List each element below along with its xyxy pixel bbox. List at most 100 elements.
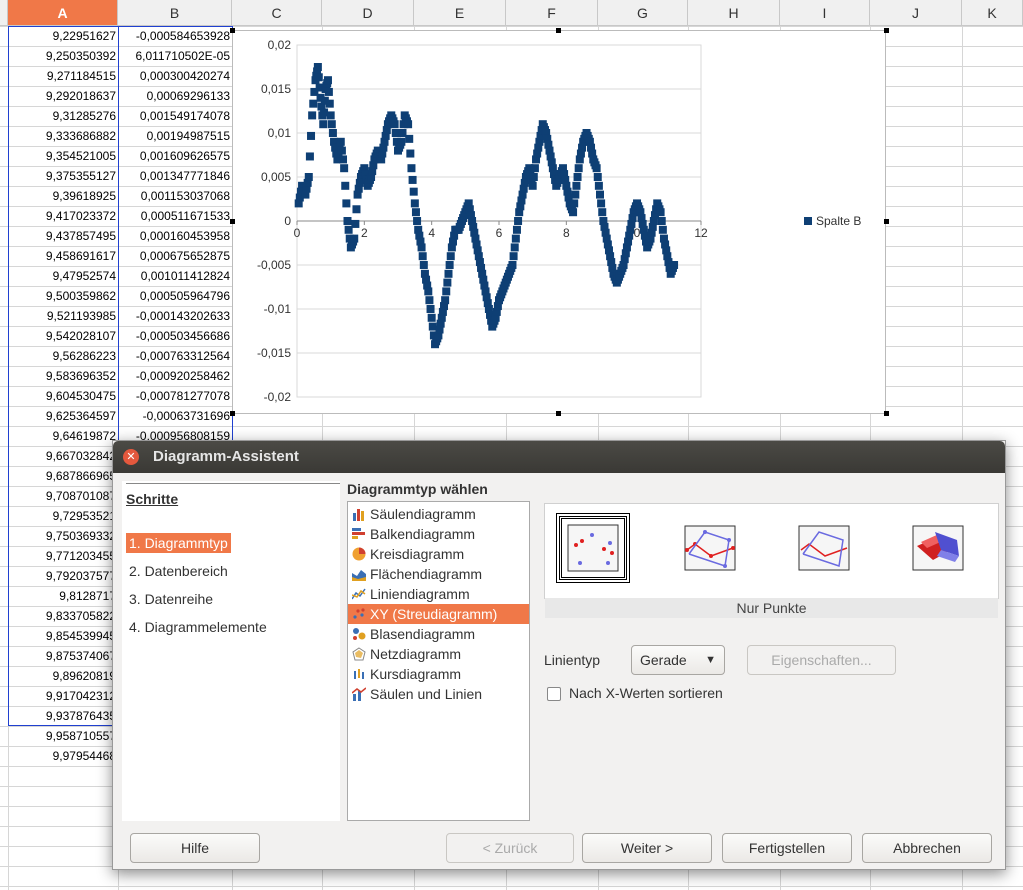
data-point [597,199,606,208]
data-point [305,152,314,161]
properties-button[interactable]: Eigenschaften... [747,645,896,675]
data-point [445,261,454,269]
x-tick-label: 0 [294,226,301,240]
subtype-lines-only[interactable] [791,516,859,580]
cancel-button[interactable]: Abbrechen [862,833,992,863]
resize-handle-bc[interactable] [556,411,561,416]
data-point [656,208,665,217]
y-tick-label: 0 [284,214,291,228]
data-point [343,217,352,225]
column-header-k[interactable]: K [962,0,1023,26]
column-header-g[interactable]: G [598,0,688,26]
bar-chart-icon [352,528,365,539]
chart-type-item[interactable]: Säulendiagramm [348,504,529,524]
cell-a[interactable]: 9,97954468 [8,746,118,766]
area-chart-icon [352,570,366,581]
cell-a[interactable]: 9,958710557 [8,726,118,746]
column-header-j[interactable]: J [870,0,962,26]
data-point [593,173,602,181]
column-chart-icon [353,509,364,521]
resize-handle-bl[interactable] [230,411,235,416]
data-point [424,287,433,296]
subtype-points-and-lines[interactable] [677,516,745,580]
column-header-i[interactable]: I [780,0,870,26]
back-button[interactable]: < Zurück [446,833,574,863]
data-point [340,164,349,173]
step-data-series[interactable]: 3. Datenreihe [126,589,216,609]
data-point [350,234,359,243]
chart-type-list[interactable]: Säulendiagramm Balkendiagramm Kreisdiagr… [347,501,530,821]
row-header-corner[interactable] [0,0,8,26]
chart-type-item[interactable]: Blasendiagramm [348,624,529,644]
sort-by-x-label: Nach X-Werten sortieren [569,685,723,701]
chart-type-heading: Diagrammtyp wählen [347,481,488,497]
scatter-chart-icon [353,608,365,619]
chart-frame[interactable]: 0,02 0,015 0,01 0,005 0 -0,005 -0,01 -0,015 -0,0… [232,30,886,414]
chart-type-item[interactable]: Liniendiagramm [348,584,529,604]
x-tick-label: 6 [496,226,503,240]
data-point [598,208,607,217]
chart-type-item[interactable]: Netzdiagramm [348,644,529,664]
close-icon[interactable]: ✕ [123,449,139,465]
resize-handle-mr[interactable] [884,219,889,224]
chart-type-label: Blasendiagramm [370,626,476,642]
column-header-h[interactable]: H [688,0,780,26]
resize-handle-tl[interactable] [230,28,235,33]
data-point [339,155,348,164]
data-point [307,131,316,140]
data-point [327,120,336,129]
chart-type-item[interactable]: Säulen und Linien [348,684,529,704]
column-line-chart-icon [352,687,366,701]
resize-handle-br[interactable] [884,411,889,416]
help-button[interactable]: Hilfe [130,833,260,863]
next-button[interactable]: Weiter > [582,833,712,863]
chart-subtype-panel: Nur Punkte [544,503,999,618]
column-header-e[interactable]: E [414,0,506,26]
data-point [571,190,580,199]
sort-by-x-checkbox[interactable] [547,687,561,701]
resize-handle-ml[interactable] [230,219,235,224]
y-tick-label: 0,005 [261,170,291,184]
selection-column-b [118,26,233,446]
chart-type-item[interactable]: Kreisdiagramm [348,544,529,564]
chart-type-item-selected[interactable]: XY (Streudiagramm) [348,604,529,624]
step-data-range[interactable]: 2. Datenbereich [126,561,231,581]
subtype-3d-lines[interactable] [905,516,973,580]
data-point [337,146,346,155]
y-tick-label: 0,01 [268,126,292,140]
data-point [569,208,578,217]
3d-lines-icon [912,525,964,571]
data-point [419,261,428,269]
step-chart-type[interactable]: 1. Diagrammtyp [126,533,231,553]
chart-type-item[interactable]: Flächendiagramm [348,564,529,584]
grid-hline [0,886,1023,887]
column-header-f[interactable]: F [506,0,598,26]
data-point [418,252,427,261]
data-point [426,305,435,313]
column-header-a[interactable]: A [8,0,118,26]
column-header-b[interactable]: B [118,0,232,26]
data-point [308,111,317,120]
selection-column-a [8,26,119,726]
x-tick-label: 12 [694,226,708,240]
column-header-d[interactable]: D [322,0,414,26]
data-point [325,99,334,108]
chart-wizard-dialog: ✕ Diagramm-Assistent Schritte 1. Diagram… [112,440,1006,870]
data-point [352,205,361,214]
data-point [313,63,322,71]
data-point [572,181,581,190]
data-point [314,73,323,82]
resize-handle-tc[interactable] [556,28,561,33]
line-type-dropdown[interactable]: Gerade ▼ [631,645,725,675]
data-point [510,243,519,252]
data-point [411,208,420,217]
finish-button[interactable]: Fertigstellen [722,833,852,863]
subtype-points-only[interactable] [556,513,630,583]
chart-type-item[interactable]: Balkendiagramm [348,524,529,544]
chart-type-label: Kursdiagramm [370,666,462,682]
column-header-c[interactable]: C [232,0,322,26]
chart-type-item[interactable]: Kursdiagramm [348,664,529,684]
y-tick-label: 0,02 [268,38,292,52]
resize-handle-tr[interactable] [884,28,889,33]
step-chart-elements[interactable]: 4. Diagrammelemente [126,617,270,637]
